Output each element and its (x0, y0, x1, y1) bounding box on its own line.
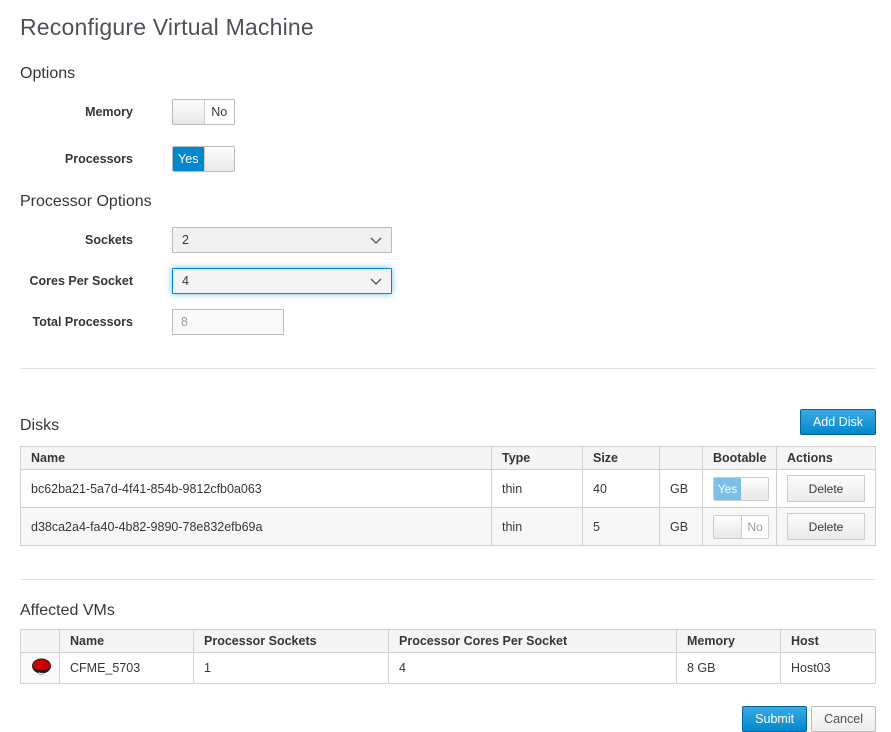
vm-sockets: 1 (194, 653, 389, 684)
processor-options-section: Processor Options Sockets 2 Cores Per So… (20, 193, 876, 335)
disk-type: thin (492, 470, 583, 508)
reconfigure-vm-page: Reconfigure Virtual Machine Options Memo… (0, 0, 891, 732)
col-header-sockets: Processor Sockets (194, 630, 389, 653)
toggle-handle-icon (714, 516, 741, 538)
disks-table-header-row: Name Type Size Bootable Actions (21, 447, 876, 470)
delete-disk-button[interactable]: Delete (787, 513, 865, 540)
options-section: Options Memory No Processors Yes (20, 65, 876, 172)
col-header-cores: Processor Cores Per Socket (389, 630, 677, 653)
bootable-toggle: No (713, 515, 769, 539)
processors-toggle[interactable]: Yes (172, 146, 235, 172)
bootable-toggle-state: No (741, 516, 768, 538)
processors-toggle-state: Yes (173, 147, 204, 171)
memory-row: Memory No (20, 99, 876, 125)
affected-vms-table: Name Processor Sockets Processor Cores P… (20, 629, 876, 684)
disks-section: Disks Add Disk Name Type Size Bootable A… (20, 391, 876, 546)
vm-host: Host03 (781, 653, 876, 684)
bootable-toggle-state: Yes (714, 478, 741, 500)
table-row: CFME_5703 1 4 8 GB Host03 (21, 653, 876, 684)
sockets-select[interactable]: 2 (172, 227, 392, 253)
disk-size: 40 (583, 470, 660, 508)
vm-name: CFME_5703 (60, 653, 194, 684)
processors-label: Processors (20, 152, 133, 166)
cores-per-socket-label: Cores Per Socket (20, 274, 133, 288)
memory-toggle[interactable]: No (172, 99, 235, 125)
cancel-button[interactable]: Cancel (811, 706, 876, 732)
cores-per-socket-row: Cores Per Socket 4 (20, 268, 876, 294)
affected-vms-header-row: Name Processor Sockets Processor Cores P… (21, 630, 876, 653)
memory-toggle-state: No (204, 100, 235, 124)
sockets-label: Sockets (20, 233, 133, 247)
divider (20, 368, 876, 369)
sockets-selected-value: 2 (182, 233, 189, 247)
processor-options-heading: Processor Options (20, 193, 876, 211)
page-title: Reconfigure Virtual Machine (20, 14, 876, 41)
disks-heading: Disks (20, 417, 59, 435)
table-row: bc62ba21-5a7d-4f41-854b-9812cfb0a063 thi… (21, 470, 876, 508)
disk-name: bc62ba21-5a7d-4f41-854b-9812cfb0a063 (21, 470, 492, 508)
add-disk-button[interactable]: Add Disk (800, 409, 876, 435)
vm-cores: 4 (389, 653, 677, 684)
disk-unit: GB (660, 470, 703, 508)
col-header-host: Host (781, 630, 876, 653)
col-header-type: Type (492, 447, 583, 470)
cores-per-socket-select[interactable]: 4 (172, 268, 392, 294)
col-header-size: Size (583, 447, 660, 470)
divider (20, 579, 876, 580)
affected-vms-heading: Affected VMs (20, 602, 115, 620)
memory-label: Memory (20, 105, 133, 119)
col-header-unit (660, 447, 703, 470)
col-header-name: Name (21, 447, 492, 470)
chevron-down-icon (370, 278, 382, 285)
options-heading: Options (20, 65, 876, 83)
col-header-bootable: Bootable (703, 447, 777, 470)
vm-memory: 8 GB (677, 653, 781, 684)
submit-button[interactable]: Submit (742, 706, 807, 732)
disk-name: d38ca2a4-fa40-4b82-9890-78e832efb69a (21, 508, 492, 546)
processors-row: Processors Yes (20, 146, 876, 172)
col-header-name: Name (60, 630, 194, 653)
toggle-handle-icon (173, 100, 204, 124)
toggle-handle-icon (204, 147, 235, 171)
total-processors-label: Total Processors (20, 315, 133, 329)
sockets-row: Sockets 2 (20, 227, 876, 253)
total-processors-field (172, 309, 284, 335)
delete-disk-button[interactable]: Delete (787, 475, 865, 502)
disk-size: 5 (583, 508, 660, 546)
disk-type: thin (492, 508, 583, 546)
cores-per-socket-selected-value: 4 (182, 274, 189, 288)
bootable-toggle: Yes (713, 477, 769, 501)
total-processors-row: Total Processors (20, 309, 876, 335)
footer-actions: Submit Cancel (20, 706, 876, 732)
col-header-icon (21, 630, 60, 653)
chevron-down-icon (370, 237, 382, 244)
col-header-memory: Memory (677, 630, 781, 653)
disks-table: Name Type Size Bootable Actions bc62ba21… (20, 446, 876, 546)
disk-unit: GB (660, 508, 703, 546)
affected-vms-section: Affected VMs Name Processor Sockets Proc… (20, 602, 876, 684)
table-row: d38ca2a4-fa40-4b82-9890-78e832efb69a thi… (21, 508, 876, 546)
toggle-handle-icon (741, 478, 768, 500)
redhat-logo-icon (31, 664, 52, 678)
col-header-actions: Actions (777, 447, 876, 470)
